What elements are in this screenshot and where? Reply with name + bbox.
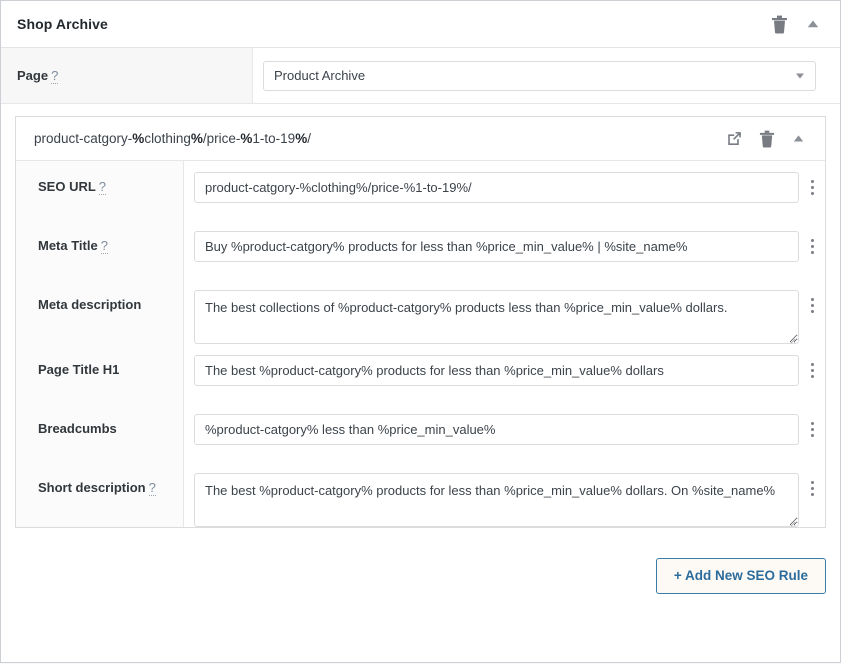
field-row-meta_description: Meta description The best collections of … bbox=[16, 279, 825, 344]
collapse-rule-button[interactable] bbox=[792, 134, 805, 143]
input-value-meta_description: The best collections of %product-catgory… bbox=[205, 300, 728, 315]
input-cell-breadcumbs: %product-catgory% less than %price_min_v… bbox=[184, 403, 825, 445]
external-link-icon bbox=[728, 132, 741, 145]
label-cell-page_title_h1: Page Title H1 bbox=[16, 344, 184, 403]
kebab-dot bbox=[810, 369, 814, 372]
add-new-seo-rule-button[interactable]: + Add New SEO Rule bbox=[655, 558, 826, 594]
kebab-dot bbox=[810, 245, 814, 248]
kebab-dot bbox=[810, 180, 814, 183]
input-value-page_title_h1: The best %product-catgory% products for … bbox=[205, 363, 664, 378]
chevron-down-icon bbox=[796, 73, 804, 78]
page-select[interactable]: Product Archive bbox=[263, 60, 816, 91]
field-row-meta_title: Meta Title? Buy %product-catgory% product… bbox=[16, 220, 825, 279]
field-menu-button-short_description[interactable] bbox=[799, 473, 825, 497]
field-row-breadcumbs: Breadcumbs %product-catgory% less than %p… bbox=[16, 403, 825, 462]
kebab-dot bbox=[810, 428, 814, 431]
kebab-dot bbox=[810, 186, 814, 189]
rule-title: product-catgory-%clothing%/price-%1-to-1… bbox=[34, 131, 311, 146]
help-icon-seo_url[interactable]: ? bbox=[98, 179, 107, 195]
rule-fields: SEO URL? product-catgory-%clothing%/price… bbox=[16, 161, 825, 527]
resize-handle-short_description[interactable] bbox=[786, 515, 796, 526]
breadcumbs-input[interactable]: %product-catgory% less than %price_min_v… bbox=[194, 414, 799, 445]
kebab-dot bbox=[810, 192, 814, 195]
label-cell-meta_title: Meta Title? bbox=[16, 220, 184, 279]
metabox-header-actions bbox=[771, 15, 826, 34]
delete-icon bbox=[759, 130, 775, 147]
field-menu-button-meta_description[interactable] bbox=[799, 290, 825, 314]
kebab-dot bbox=[810, 363, 814, 366]
seo-rule-panel: product-catgory-%clothing%/price-%1-to-1… bbox=[15, 116, 826, 528]
kebab-dot bbox=[810, 310, 814, 313]
help-icon-short_description[interactable]: ? bbox=[148, 480, 156, 496]
page_title_h1-input[interactable]: The best %product-catgory% products for … bbox=[194, 355, 799, 386]
delete-icon bbox=[772, 15, 787, 34]
kebab-dot bbox=[810, 422, 814, 425]
field-label-meta_description: Meta description bbox=[38, 297, 142, 312]
page-select-row: Page ? Product Archive bbox=[1, 48, 840, 104]
input-value-breadcumbs: %product-catgory% less than %price_min_v… bbox=[205, 422, 496, 437]
kebab-dot bbox=[810, 493, 814, 496]
rule-footer: + Add New SEO Rule bbox=[1, 528, 840, 594]
input-cell-meta_title: Buy %product-catgory% products for less … bbox=[184, 220, 825, 262]
field-label-seo_url: SEO URL bbox=[38, 179, 96, 194]
kebab-dot bbox=[810, 298, 814, 301]
kebab-dot bbox=[810, 434, 814, 437]
field-menu-button-page_title_h1[interactable] bbox=[799, 355, 825, 379]
field-menu-button-breadcumbs[interactable] bbox=[799, 414, 825, 438]
shop-archive-metabox: Shop Archive Page ? Product Archive prod… bbox=[0, 0, 841, 663]
field-label-meta_title: Meta Title bbox=[38, 238, 98, 253]
delete-rule-button[interactable] bbox=[759, 130, 775, 148]
label-cell-meta_description: Meta description bbox=[16, 279, 184, 344]
seo_url-input[interactable]: product-catgory-%clothing%/price-%1-to-1… bbox=[194, 172, 799, 203]
field-label-page_title_h1: Page Title H1 bbox=[38, 362, 120, 377]
page-help-icon[interactable]: ? bbox=[51, 68, 59, 84]
kebab-dot bbox=[810, 487, 814, 490]
page-title: Shop Archive bbox=[17, 16, 108, 32]
field-label-short_description: Short description bbox=[38, 480, 146, 495]
meta_description-input[interactable]: The best collections of %product-catgory… bbox=[194, 290, 799, 344]
collapse-metabox-button[interactable] bbox=[806, 19, 820, 29]
field-row-seo_url: SEO URL? product-catgory-%clothing%/price… bbox=[16, 161, 825, 220]
collapse-icon bbox=[793, 135, 804, 142]
open-rule-button[interactable] bbox=[727, 131, 742, 146]
resize-handle-meta_description[interactable] bbox=[786, 332, 796, 343]
metabox-header: Shop Archive bbox=[1, 1, 840, 48]
rule-header-actions bbox=[727, 130, 809, 148]
input-value-short_description: The best %product-catgory% products for … bbox=[205, 483, 776, 498]
delete-metabox-button[interactable] bbox=[771, 15, 788, 34]
kebab-dot bbox=[810, 251, 814, 254]
field-label-breadcumbs: Breadcumbs bbox=[38, 421, 117, 436]
input-cell-seo_url: product-catgory-%clothing%/price-%1-to-1… bbox=[184, 161, 825, 203]
page-field-cell: Product Archive bbox=[253, 48, 840, 103]
input-cell-meta_description: The best collections of %product-catgory… bbox=[184, 279, 825, 344]
page-select-value: Product Archive bbox=[274, 68, 366, 83]
input-value-seo_url: product-catgory-%clothing%/price-%1-to-1… bbox=[205, 180, 472, 195]
help-icon-meta_title[interactable]: ? bbox=[100, 238, 108, 254]
kebab-dot bbox=[810, 304, 814, 307]
meta_title-input[interactable]: Buy %product-catgory% products for less … bbox=[194, 231, 799, 262]
field-row-short_description: Short description? The best %product-catg… bbox=[16, 462, 825, 527]
rule-header: product-catgory-%clothing%/price-%1-to-1… bbox=[16, 117, 825, 161]
collapse-icon bbox=[807, 20, 819, 28]
short_description-input[interactable]: The best %product-catgory% products for … bbox=[194, 473, 799, 527]
kebab-dot bbox=[810, 375, 814, 378]
page-label-cell: Page ? bbox=[1, 48, 253, 103]
input-cell-page_title_h1: The best %product-catgory% products for … bbox=[184, 344, 825, 386]
field-menu-button-meta_title[interactable] bbox=[799, 231, 825, 255]
kebab-dot bbox=[810, 239, 814, 242]
field-menu-button-seo_url[interactable] bbox=[799, 172, 825, 196]
input-value-meta_title: Buy %product-catgory% products for less … bbox=[205, 239, 688, 254]
input-cell-short_description: The best %product-catgory% products for … bbox=[184, 462, 825, 527]
rule-list: product-catgory-%clothing%/price-%1-to-1… bbox=[1, 104, 840, 528]
label-cell-seo_url: SEO URL? bbox=[16, 161, 184, 220]
kebab-dot bbox=[810, 481, 814, 484]
label-cell-breadcumbs: Breadcumbs bbox=[16, 403, 184, 462]
page-label: Page bbox=[17, 68, 49, 83]
field-row-page_title_h1: Page Title H1 The best %product-catgory% … bbox=[16, 344, 825, 403]
label-cell-short_description: Short description? bbox=[16, 462, 184, 527]
